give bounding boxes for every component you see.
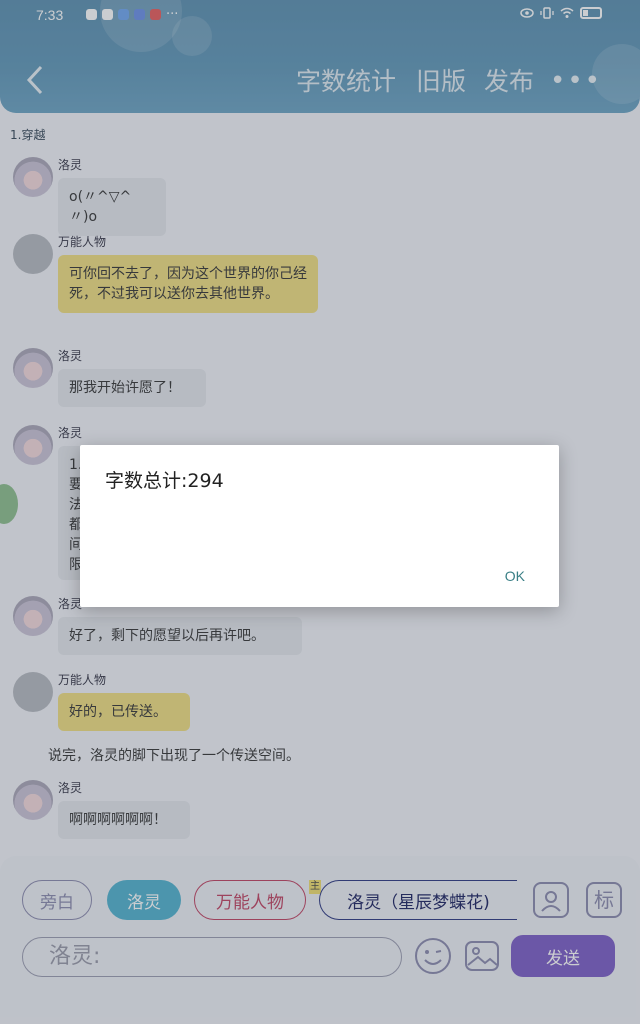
dialog-ok-button[interactable]: OK [505,568,525,584]
word-count-dialog: 字数总计:294 OK [80,445,559,607]
dialog-title: 字数总计:294 [105,470,224,492]
